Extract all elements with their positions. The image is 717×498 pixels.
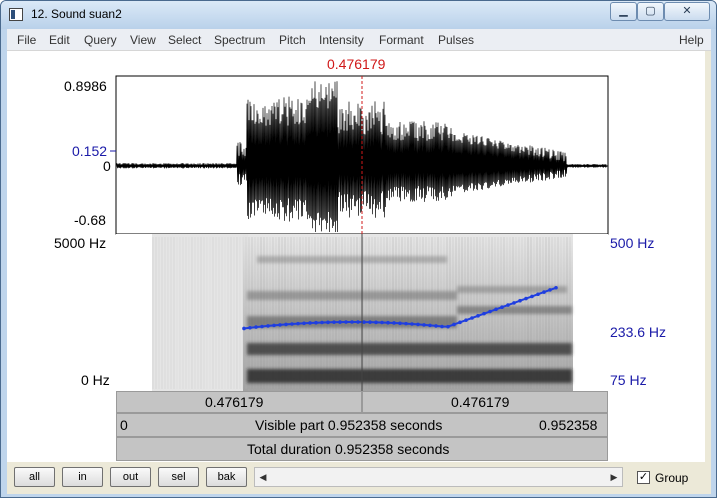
- pitch-point: [416, 323, 420, 327]
- pitch-point: [362, 320, 366, 324]
- group-checkbox[interactable]: ✓: [637, 471, 650, 484]
- pitch-point: [422, 323, 426, 327]
- visible-part-label: Visible part 0.952358 seconds: [255, 417, 442, 433]
- pitch-point: [452, 323, 456, 327]
- pitch-point: [476, 314, 480, 318]
- pitch-point: [446, 325, 450, 329]
- pitch-point: [542, 290, 546, 294]
- zoom-out-button[interactable]: out: [110, 467, 151, 487]
- pitch-point: [386, 321, 390, 325]
- pitch-point: [296, 322, 300, 326]
- total-duration-label: Total duration 0.952358 seconds: [247, 441, 449, 457]
- segment-left-bar[interactable]: 0.476179: [116, 391, 362, 413]
- pitch-point: [410, 322, 414, 326]
- pitch-point: [368, 320, 372, 324]
- scroll-left-icon[interactable]: ◀: [255, 468, 271, 486]
- zoom-in-button[interactable]: in: [62, 467, 103, 487]
- pitch-point: [320, 321, 324, 325]
- maximize-button[interactable]: ▢: [637, 2, 664, 21]
- pitch-point: [500, 305, 504, 309]
- pitch-point: [248, 326, 252, 330]
- pitch-point: [470, 316, 474, 320]
- pitch-point: [518, 299, 522, 303]
- menu-view[interactable]: View: [130, 33, 156, 47]
- menu-file[interactable]: File: [17, 33, 36, 47]
- menu-query[interactable]: Query: [84, 33, 117, 47]
- menu-formant[interactable]: Formant: [379, 33, 424, 47]
- pitch-point: [314, 321, 318, 325]
- bottom-controls: all in out sel bak ◀ ▶ ✓ Group: [7, 463, 711, 493]
- sound-editor-canvas[interactable]: 0.476179 0.8986 0.152 0 -0.68 5000 Hz 0 …: [7, 51, 705, 462]
- pitch-point: [338, 320, 342, 324]
- menu-spectrum[interactable]: Spectrum: [214, 33, 265, 47]
- window-title: 12. Sound suan2: [31, 7, 122, 21]
- segment-right-bar[interactable]: 0.476179: [362, 391, 608, 413]
- zoom-back-button[interactable]: bak: [206, 467, 247, 487]
- menu-intensity[interactable]: Intensity: [319, 33, 364, 47]
- visible-part-bar[interactable]: 0 Visible part 0.952358 seconds 0.952358: [116, 413, 608, 437]
- pitch-point: [554, 286, 558, 290]
- horizontal-scrollbar[interactable]: ◀ ▶: [254, 467, 623, 487]
- visible-start-time: 0: [120, 417, 128, 433]
- pitch-point: [458, 321, 462, 325]
- pitch-point: [494, 308, 498, 312]
- pitch-point: [464, 318, 468, 322]
- pitch-point: [488, 310, 492, 314]
- pitch-point: [440, 325, 444, 329]
- pitch-point: [524, 297, 528, 301]
- group-label: Group: [655, 471, 688, 485]
- menu-help[interactable]: Help: [679, 33, 704, 47]
- pitch-point: [290, 322, 294, 326]
- pitch-point: [536, 292, 540, 296]
- menu-select[interactable]: Select: [168, 33, 201, 47]
- visible-end-time: 0.952358: [539, 417, 597, 433]
- pitch-point: [332, 320, 336, 324]
- pitch-point: [482, 312, 486, 316]
- pitch-point: [392, 321, 396, 325]
- menu-pulses[interactable]: Pulses: [438, 33, 474, 47]
- pitch-point: [350, 320, 354, 324]
- praat-sound-window: 12. Sound suan2 ▁ ▢ ✕ File Edit Query Vi…: [0, 0, 717, 498]
- pitch-point: [260, 325, 264, 329]
- pitch-point: [278, 323, 282, 327]
- pitch-point: [398, 321, 402, 325]
- pitch-point: [344, 320, 348, 324]
- segment-left-duration: 0.476179: [205, 394, 263, 410]
- segment-right-duration: 0.476179: [451, 394, 509, 410]
- pitch-point: [548, 288, 552, 292]
- pitch-point: [242, 327, 246, 331]
- pitch-point: [356, 320, 360, 324]
- pitch-point: [254, 325, 258, 329]
- pitch-point: [434, 324, 438, 328]
- pitch-point: [374, 321, 378, 325]
- pitch-point: [272, 324, 276, 328]
- pitch-point: [308, 321, 312, 325]
- scroll-right-icon[interactable]: ▶: [606, 468, 622, 486]
- app-icon: [9, 8, 23, 21]
- title-bar[interactable]: 12. Sound suan2 ▁ ▢ ✕: [1, 1, 716, 29]
- pitch-point: [404, 322, 408, 326]
- pitch-point: [302, 321, 306, 325]
- close-button[interactable]: ✕: [664, 2, 710, 21]
- pitch-point: [530, 295, 534, 299]
- pitch-point: [284, 323, 288, 327]
- pitch-point: [326, 321, 330, 325]
- zoom-selection-button[interactable]: sel: [158, 467, 199, 487]
- total-duration-bar[interactable]: Total duration 0.952358 seconds: [116, 437, 608, 461]
- menu-edit[interactable]: Edit: [49, 33, 70, 47]
- pitch-point: [428, 324, 432, 328]
- menu-bar: File Edit Query View Select Spectrum Pit…: [7, 29, 711, 51]
- menu-pitch[interactable]: Pitch: [279, 33, 306, 47]
- zoom-all-button[interactable]: all: [14, 467, 55, 487]
- pitch-point: [506, 303, 510, 307]
- pitch-point: [512, 301, 516, 305]
- pitch-point: [380, 321, 384, 325]
- minimize-button[interactable]: ▁: [610, 2, 637, 21]
- pitch-point: [266, 324, 270, 328]
